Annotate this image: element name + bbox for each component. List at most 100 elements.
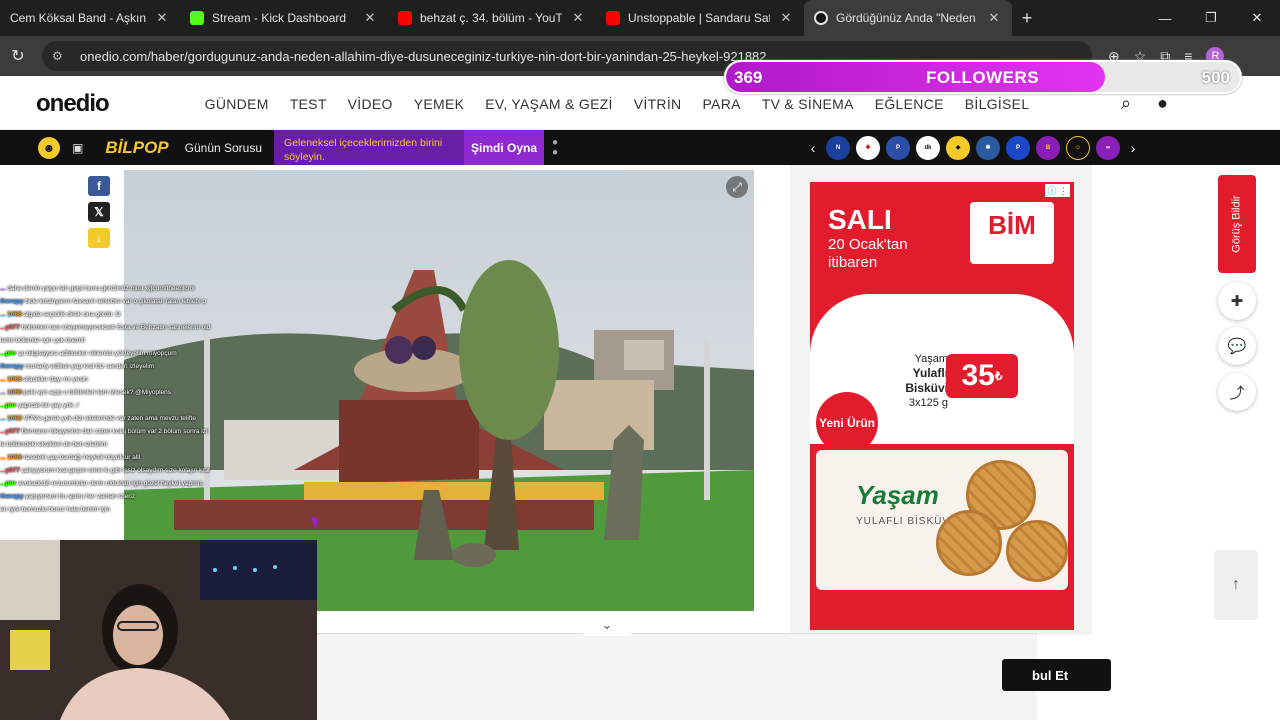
chat-text: yapıcak bir şey yok :/	[18, 402, 79, 409]
chat-message: ...pirr avukado16 erzurumlular derin old…	[0, 477, 250, 490]
gallery-icon[interactable]: ▣	[72, 141, 83, 155]
tab-cem-koksal[interactable]: Cem Köksal Band - Aşkına Elvedan ✕	[0, 0, 180, 36]
nav-item-bilgisel[interactable]: BİLGİSEL	[965, 96, 1030, 112]
comments-icon[interactable]: 💬	[1218, 327, 1256, 365]
ad-product-name: Yulaflı Bisküvi	[905, 366, 948, 395]
nav-item-gundem[interactable]: GÜNDEM	[205, 96, 269, 112]
x-twitter-icon[interactable]: 𝕏	[88, 202, 110, 222]
tab-close-icon[interactable]: ✕	[986, 10, 1002, 26]
facebook-icon[interactable]: f	[88, 176, 110, 196]
brand-glasses-icon[interactable]: ∞	[1096, 135, 1120, 160]
tab-title: behzat ç. 34. bölüm - YouTube	[420, 11, 562, 25]
chevron-left-icon[interactable]: ‹	[806, 140, 820, 156]
brand-emoji-icon[interactable]: ☺	[1066, 135, 1090, 160]
nav-item-vitrin[interactable]: VİTRİN	[634, 96, 682, 112]
followers-progress-fill	[726, 62, 1106, 92]
bilpop-logo[interactable]: BİLPOP	[105, 138, 168, 158]
brand-health-icon[interactable]: ✚	[856, 135, 880, 160]
reload-icon[interactable]: ↻	[0, 46, 36, 66]
bookmark-add-icon[interactable]: ✚	[1218, 282, 1256, 320]
brand-bilpop-icon[interactable]: B	[1036, 135, 1060, 160]
nav-item-para[interactable]: PARA	[702, 96, 740, 112]
chat-text: algıda seçicilik direk ona gördü :D	[23, 311, 121, 318]
nav-item-yemek[interactable]: YEMEK	[414, 96, 465, 112]
chat-text: moriarty edition yap kral biz senden izl…	[25, 363, 155, 370]
tab-kick-dashboard[interactable]: Stream - Kick Dashboard ✕	[180, 0, 388, 36]
tab-title: Cem Köksal Band - Aşkına Elvedan	[10, 11, 146, 25]
nav-item-video[interactable]: VİDEO	[348, 96, 393, 112]
chat-username: therapy	[0, 363, 24, 370]
chevron-right-icon[interactable]: ›	[1126, 140, 1140, 156]
onedio-logo[interactable]: onedio	[36, 90, 110, 118]
chat-text: şu bilgisayara adblocker eklentisi yükle…	[18, 350, 177, 357]
tab-title: Gördüğünüz Anda "Neden Allah	[836, 11, 978, 25]
chat-text: VPN'e gerek yok dizi sitelerinde var zat…	[23, 415, 197, 422]
chat-text: peki vpn açıp o bölümleri tam izlesek? @…	[23, 389, 172, 396]
tab-youtube-unstoppable[interactable]: Unstoppable | Sandaru Sathsara ✕	[596, 0, 804, 36]
brand-philips-icon[interactable]: P	[886, 135, 910, 160]
cookie-icon	[936, 510, 1002, 576]
site-info-icon[interactable]: ⚙	[52, 49, 70, 63]
user-icon[interactable]: ●	[1157, 93, 1168, 114]
nav-item-ev-yasam-gezi[interactable]: EV, YAŞAM & GEZİ	[485, 96, 612, 112]
window-controls: — ❐ ✕	[1142, 0, 1280, 36]
close-window-icon[interactable]: ✕	[1234, 0, 1280, 36]
ad-container: ⓘ ⋮ SALI 20 Ocak'tan itibaren BİM Kalbimd…	[790, 165, 1092, 635]
daily-question[interactable]: Geleneksel içeceklerimizden birini söyle…	[274, 130, 465, 165]
tab-onedio-active[interactable]: Gördüğünüz Anda "Neden Allah ✕	[804, 0, 1012, 36]
smiley-icon[interactable]: ☻	[38, 136, 60, 159]
scroll-to-top-button[interactable]: ↑	[1214, 550, 1258, 620]
brand-snow-icon[interactable]: ✱	[976, 135, 1000, 160]
tab-close-icon[interactable]: ✕	[154, 10, 170, 26]
nav-item-eglence[interactable]: EĞLENCE	[875, 96, 944, 112]
chat-username: ... 1068	[0, 376, 22, 383]
chat-message: therapy moriarty edition yap kral biz se…	[0, 360, 250, 373]
chat-username: ...y077	[0, 428, 20, 435]
pagination-dots[interactable]: ● ●	[552, 137, 558, 158]
chat-username: ... 1068	[0, 389, 22, 396]
chat-message: ...pirr şu bilgisayara adblocker eklenti…	[0, 347, 250, 360]
nav-item-test[interactable]: TEST	[290, 96, 327, 112]
chat-message: ... 1068 rizedeki çay bardağı heykeli bü…	[0, 451, 250, 464]
accept-button[interactable]: bul Et	[1002, 659, 1111, 691]
tab-close-icon[interactable]: ✕	[778, 10, 794, 26]
chat-text: le bölümdeki eksikleri de ben izletirim	[0, 441, 108, 448]
chevron-down-icon[interactable]: ⌄	[583, 614, 631, 636]
ad-info-icon[interactable]: ⓘ ⋮	[1045, 184, 1070, 197]
share-icon[interactable]: ⤴	[1218, 373, 1256, 411]
nav-item-tv-sinema[interactable]: TV & SİNEMA	[762, 96, 854, 112]
restore-icon[interactable]: ❐	[1188, 0, 1234, 36]
ad-product-text: Yaşam Yulaflı Bisküvi 3x125 g	[870, 352, 948, 410]
tab-title: Stream - Kick Dashboard	[212, 11, 347, 25]
chat-message: ... daha demin pepo lafı geçti bunu görd…	[0, 282, 250, 295]
chat-message: therapy yapıyorsun bu sporu her zaman iz…	[0, 490, 250, 503]
stream-chat: ... daha demin pepo lafı geçti bunu görd…	[0, 282, 250, 540]
bim-advertisement[interactable]: ⓘ ⋮ SALI 20 Ocak'tan itibaren BİM Kalbimd…	[810, 182, 1074, 630]
bim-slogan: Kalbimde Benim	[982, 248, 1042, 257]
chat-text: lerini bölümler için çok önemli	[0, 337, 85, 344]
chat-message: ... 1068 peki vpn açıp o bölümleri tam i…	[0, 386, 250, 399]
minimize-icon[interactable]: —	[1142, 0, 1188, 36]
new-tab-button[interactable]: +	[1012, 0, 1042, 36]
expand-icon[interactable]: ⤢	[726, 176, 748, 198]
feedback-button[interactable]: Görüş Bildir	[1218, 175, 1256, 273]
chat-message: ... 1068 VPN'e gerek yok dizi sitelerind…	[0, 412, 250, 425]
brand-dk-icon[interactable]: dk	[916, 135, 940, 160]
tab-youtube-behzat[interactable]: behzat ç. 34. bölüm - YouTube ✕	[388, 0, 596, 36]
download-icon[interactable]: ↓	[88, 228, 110, 248]
youtube-favicon-icon	[606, 11, 620, 25]
tab-close-icon[interactable]: ✕	[570, 10, 586, 26]
brand-philips2-icon[interactable]: P	[1006, 135, 1030, 160]
followers-label: FOLLOWERS	[926, 68, 1040, 87]
chat-username: therapy	[0, 298, 24, 305]
play-now-button[interactable]: Şimdi Oyna	[464, 130, 545, 165]
tab-close-icon[interactable]: ✕	[362, 10, 378, 26]
ad-product-size: 3x125 g	[908, 397, 948, 409]
ad-price: 35₺	[946, 354, 1018, 398]
brand-yellow-icon[interactable]: ◆	[946, 135, 970, 160]
chat-message: le bölümdeki eksikleri de ben izletirim	[0, 438, 250, 451]
brand-nivea-icon[interactable]: N	[826, 135, 850, 160]
tab-title: Unstoppable | Sandaru Sathsara	[628, 11, 770, 25]
search-icon[interactable]: ⌕	[1121, 93, 1131, 114]
ad-day: SALI	[828, 204, 892, 235]
